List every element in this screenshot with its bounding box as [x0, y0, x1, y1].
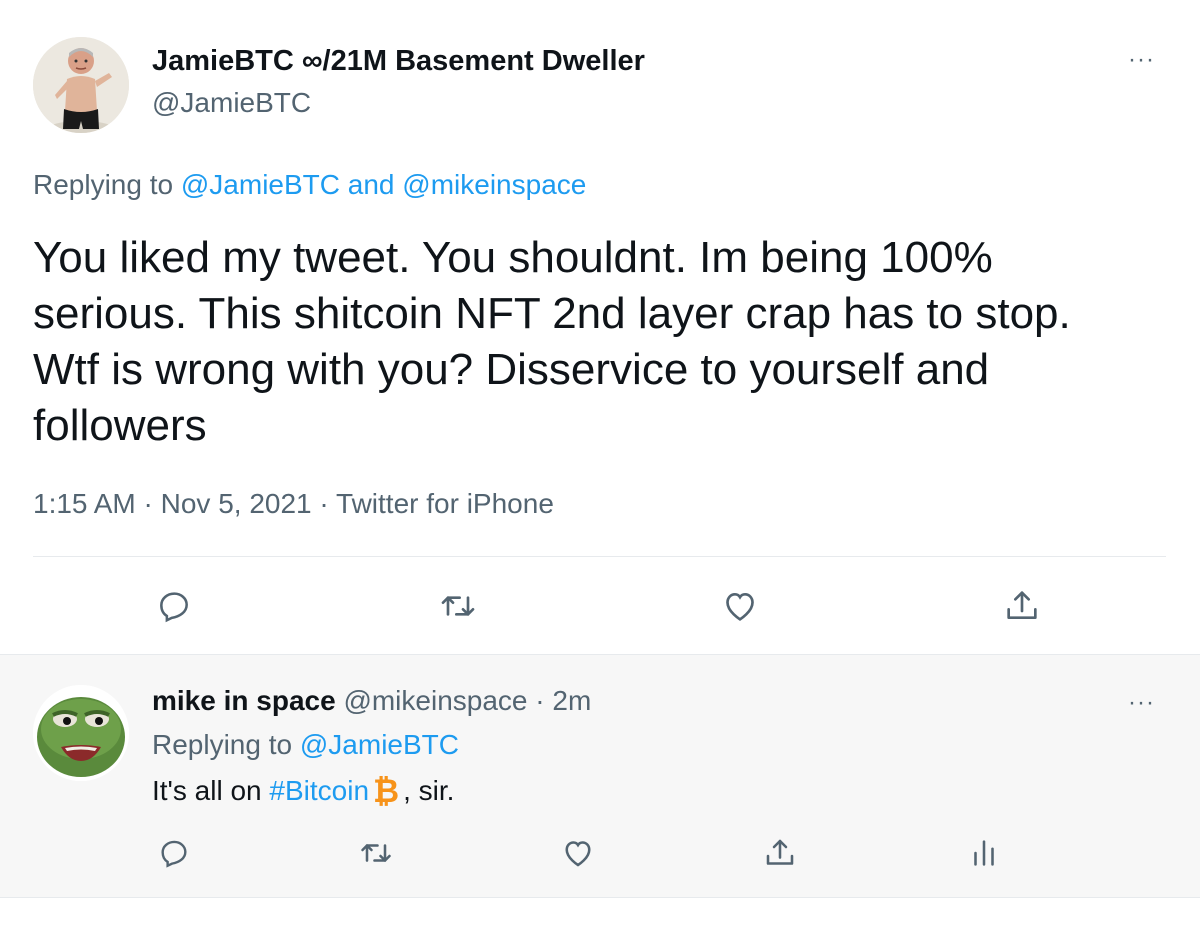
mention-link[interactable]: @mikeinspace [402, 169, 586, 200]
retweet-icon[interactable] [354, 831, 398, 875]
more-options-icon[interactable]: ··· [1128, 48, 1155, 72]
avatar[interactable] [33, 37, 129, 133]
share-icon[interactable] [758, 831, 802, 875]
replying-prefix: Replying to [33, 169, 181, 200]
text-after: , sir. [403, 775, 455, 806]
author-handle[interactable]: @JamieBTC [152, 87, 311, 119]
like-icon[interactable] [718, 584, 762, 628]
divider [33, 556, 1166, 557]
like-icon[interactable] [556, 831, 600, 875]
tweet-time[interactable]: 1:15 AM [33, 488, 136, 519]
reply-tweet[interactable]: mike in space @mikeinspace · 2m ··· Repl… [0, 654, 1200, 898]
tweet-date[interactable]: Nov 5, 2021 [161, 488, 312, 519]
mention-link[interactable]: @JamieBTC [181, 169, 340, 200]
avatar[interactable] [33, 685, 129, 781]
tweet-metadata: 1:15 AM · Nov 5, 2021 · Twitter for iPho… [33, 488, 554, 520]
tweet-source[interactable]: Twitter for iPhone [336, 488, 554, 519]
bitcoin-emoji-icon: ₿ [373, 773, 400, 809]
replying-prefix: Replying to [152, 729, 300, 760]
share-icon[interactable] [1000, 584, 1044, 628]
replying-to: Replying to @JamieBTC [152, 729, 459, 761]
author-handle[interactable]: @mikeinspace [343, 685, 527, 716]
reply-icon[interactable] [152, 831, 196, 875]
meta-separator: · [135, 488, 161, 519]
meta-separator: · [527, 685, 553, 716]
reply-header: mike in space @mikeinspace · 2m [152, 685, 591, 717]
main-tweet: JamieBTC ∞/21M Basement Dweller @JamieBT… [0, 0, 1200, 654]
tweet-text: You liked my tweet. You shouldnt. Im bei… [33, 233, 1071, 450]
mention-link[interactable]: @JamieBTC [300, 729, 459, 760]
author-name[interactable]: JamieBTC ∞/21M Basement Dweller [152, 45, 645, 78]
replying-to: Replying to @JamieBTC and @mikeinspace [33, 169, 586, 201]
more-options-icon[interactable]: ··· [1128, 691, 1155, 715]
tweet-age[interactable]: 2m [552, 685, 591, 716]
tweet-text: It's all on #Bitcoin ₿, sir. [152, 773, 454, 810]
replying-and[interactable]: and [340, 169, 402, 200]
hashtag-link[interactable]: #Bitcoin [269, 775, 369, 806]
reply-icon[interactable] [152, 584, 196, 628]
author-name[interactable]: mike in space [152, 685, 336, 716]
text-before: It's all on [152, 775, 270, 806]
retweet-icon[interactable] [436, 584, 480, 628]
analytics-icon[interactable] [962, 831, 1006, 875]
meta-separator: · [311, 488, 337, 519]
